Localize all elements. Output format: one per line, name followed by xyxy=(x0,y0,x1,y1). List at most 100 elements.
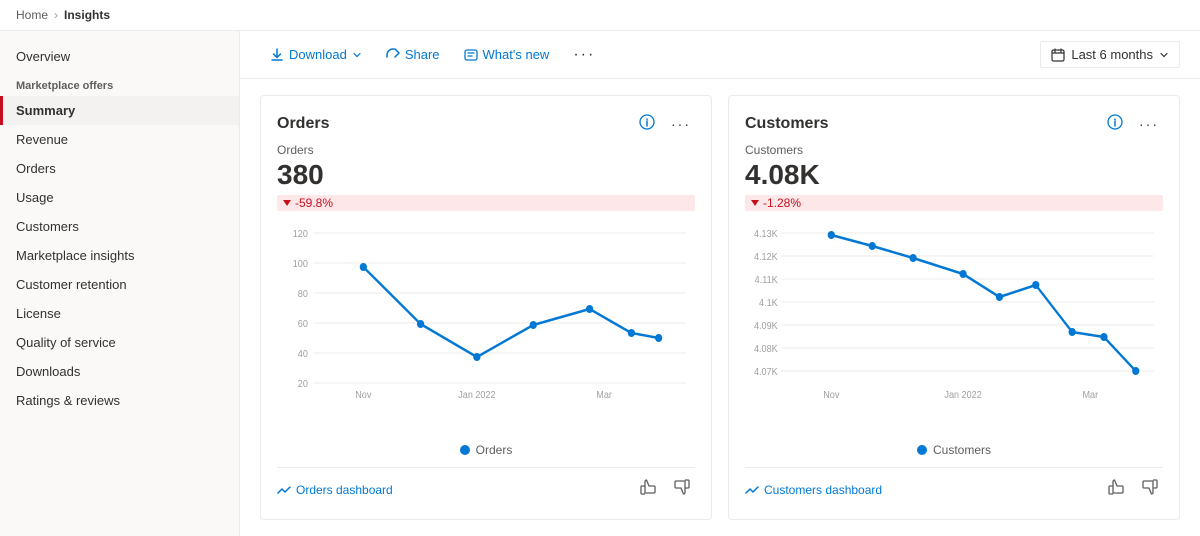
customers-card-actions: ··· xyxy=(1103,112,1163,135)
customers-trend-icon xyxy=(745,483,759,497)
toolbar: Download Share What's ne xyxy=(240,31,1200,79)
sidebar-section-label: Marketplace offers xyxy=(0,70,239,96)
customers-info-icon xyxy=(1107,114,1123,130)
share-button[interactable]: Share xyxy=(376,42,450,67)
svg-text:4.1K: 4.1K xyxy=(759,298,778,310)
svg-text:80: 80 xyxy=(298,289,308,301)
sidebar-item-downloads[interactable]: Downloads xyxy=(0,357,239,386)
orders-card-title: Orders xyxy=(277,115,329,133)
svg-text:Mar: Mar xyxy=(596,390,612,402)
customers-metric-value: 4.08K xyxy=(745,159,1163,191)
customers-card-title: Customers xyxy=(745,115,829,133)
orders-legend-label: Orders xyxy=(476,443,513,457)
breadcrumb-separator: › xyxy=(54,8,58,22)
orders-thumbs-up-button[interactable] xyxy=(635,476,661,503)
date-range-button[interactable]: Last 6 months xyxy=(1040,41,1180,68)
sidebar-item-customers[interactable]: Customers xyxy=(0,212,239,241)
customers-card-footer: Customers dashboard xyxy=(745,467,1163,503)
sidebar-item-license[interactable]: License xyxy=(0,299,239,328)
svg-text:Jan 2022: Jan 2022 xyxy=(944,390,981,402)
download-button[interactable]: Download xyxy=(260,42,372,67)
orders-dashboard-link[interactable]: Orders dashboard xyxy=(277,483,393,497)
svg-text:Nov: Nov xyxy=(355,390,371,402)
customers-card: Customers ··· xyxy=(728,95,1180,520)
orders-chart-legend: Orders xyxy=(277,443,695,457)
thumbs-up-icon xyxy=(639,478,657,496)
svg-text:40: 40 xyxy=(298,349,308,361)
sidebar-item-orders[interactable]: Orders xyxy=(0,154,239,183)
sidebar-item-ratings-reviews[interactable]: Ratings & reviews xyxy=(0,386,239,415)
orders-thumbs-down-button[interactable] xyxy=(669,476,695,503)
svg-text:120: 120 xyxy=(293,229,308,241)
svg-text:Jan 2022: Jan 2022 xyxy=(458,390,495,402)
main-layout: Overview Marketplace offers Summary Reve… xyxy=(0,31,1200,536)
customers-feedback-btns xyxy=(1103,476,1163,503)
orders-info-button[interactable] xyxy=(635,112,659,135)
customers-metric-label: Customers xyxy=(745,143,1163,157)
customers-legend-label: Customers xyxy=(933,443,991,457)
whats-new-icon xyxy=(464,48,478,62)
orders-card-header: Orders ··· xyxy=(277,112,695,135)
customers-chart-legend: Customers xyxy=(745,443,1163,457)
sidebar-item-usage[interactable]: Usage xyxy=(0,183,239,212)
customers-legend-dot xyxy=(917,445,927,455)
orders-more-icon: ··· xyxy=(671,116,691,132)
orders-feedback-btns xyxy=(635,476,695,503)
customers-dashboard-link[interactable]: Customers dashboard xyxy=(745,483,882,497)
svg-text:4.11K: 4.11K xyxy=(755,275,779,287)
orders-down-arrow-icon xyxy=(282,198,292,208)
breadcrumb: Home › Insights xyxy=(0,0,1200,31)
breadcrumb-home[interactable]: Home xyxy=(16,8,48,22)
sidebar-item-marketplace-insights[interactable]: Marketplace insights xyxy=(0,241,239,270)
customers-more-button[interactable]: ··· xyxy=(1135,114,1163,134)
customers-info-button[interactable] xyxy=(1103,112,1127,135)
orders-card: Orders ··· xyxy=(260,95,712,520)
sidebar-item-customer-retention[interactable]: Customer retention xyxy=(0,270,239,299)
customers-down-arrow-icon xyxy=(750,198,760,208)
whats-new-button[interactable]: What's new xyxy=(454,42,560,67)
customers-card-header: Customers ··· xyxy=(745,112,1163,135)
svg-text:4.09K: 4.09K xyxy=(754,321,778,333)
svg-text:20: 20 xyxy=(298,379,308,391)
orders-chart-svg: 120 100 80 60 40 20 Nov Jan 2022 Mar xyxy=(277,223,695,403)
download-icon xyxy=(270,48,284,62)
download-chevron-icon xyxy=(352,50,362,60)
sidebar-item-overview[interactable]: Overview xyxy=(0,43,239,70)
orders-trend-icon xyxy=(277,483,291,497)
sidebar: Overview Marketplace offers Summary Reve… xyxy=(0,31,240,536)
customers-chart-area: 4.13K 4.12K 4.11K 4.1K 4.09K 4.08K 4.07K… xyxy=(745,223,1163,437)
app-container: Home › Insights Overview Marketplace off… xyxy=(0,0,1200,536)
customers-more-icon: ··· xyxy=(1139,116,1159,132)
orders-card-footer: Orders dashboard xyxy=(277,467,695,503)
more-icon: ··· xyxy=(573,47,595,63)
orders-metric-value: 380 xyxy=(277,159,695,191)
svg-text:Mar: Mar xyxy=(1082,390,1098,402)
svg-text:100: 100 xyxy=(293,259,308,271)
orders-metric-label: Orders xyxy=(277,143,695,157)
customers-thumbs-up-icon xyxy=(1107,478,1125,496)
orders-metric-change: -59.8% xyxy=(277,195,695,211)
cards-grid: Orders ··· xyxy=(240,79,1200,536)
customers-thumbs-up-button[interactable] xyxy=(1103,476,1129,503)
customers-chart-svg: 4.13K 4.12K 4.11K 4.1K 4.09K 4.08K 4.07K… xyxy=(745,223,1163,403)
customers-metric-change: -1.28% xyxy=(745,195,1163,211)
orders-legend-dot xyxy=(460,445,470,455)
orders-chart-area: 120 100 80 60 40 20 Nov Jan 2022 Mar xyxy=(277,223,695,437)
info-icon xyxy=(639,114,655,130)
content-area: Download Share What's ne xyxy=(240,31,1200,536)
more-button[interactable]: ··· xyxy=(563,42,605,68)
svg-text:60: 60 xyxy=(298,319,308,331)
thumbs-down-icon xyxy=(673,478,691,496)
svg-text:4.13K: 4.13K xyxy=(754,229,778,241)
sidebar-item-revenue[interactable]: Revenue xyxy=(0,125,239,154)
svg-text:4.07K: 4.07K xyxy=(754,367,778,379)
sidebar-item-summary[interactable]: Summary xyxy=(0,96,239,125)
sidebar-item-quality-of-service[interactable]: Quality of service xyxy=(0,328,239,357)
orders-more-button[interactable]: ··· xyxy=(667,114,695,134)
customers-thumbs-down-button[interactable] xyxy=(1137,476,1163,503)
calendar-icon xyxy=(1051,48,1065,62)
breadcrumb-current: Insights xyxy=(64,8,110,22)
svg-text:4.08K: 4.08K xyxy=(754,344,778,356)
svg-text:Nov: Nov xyxy=(823,390,839,402)
date-range-chevron-icon xyxy=(1159,50,1169,60)
